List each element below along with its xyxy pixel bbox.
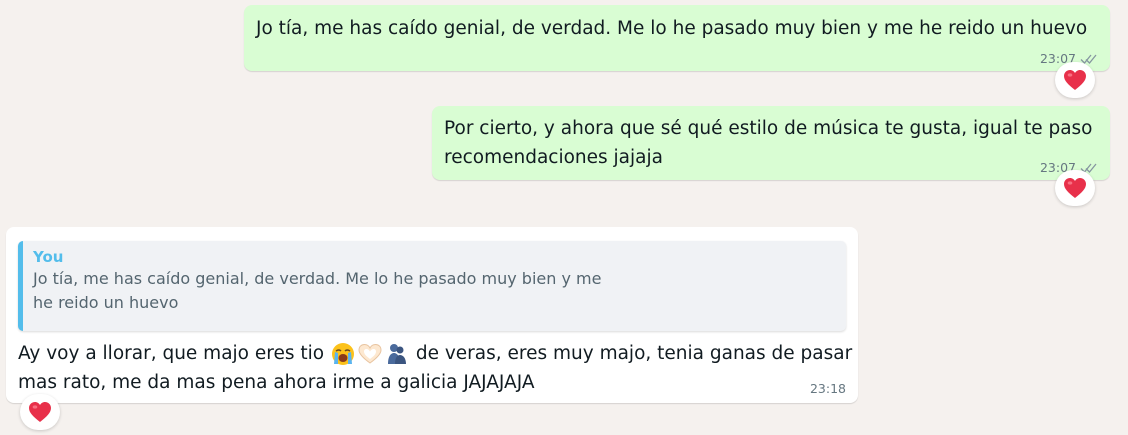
quoted-message[interactable]: You Jo tía, me has caído genial, de verd… (18, 241, 846, 331)
message-bubble-outgoing[interactable]: Por cierto, y ahora que sé qué estilo de… (432, 106, 1110, 180)
message-text-part: de veras, eres muy majo, tenia ganas de … (409, 343, 853, 364)
message-meta: 23:18 (810, 381, 846, 396)
message-time: 23:18 (809, 381, 846, 396)
message-text-line: recomendaciones jajaja (444, 147, 663, 168)
chat-conversation: Jo tía, me has caído genial, de verdad. … (0, 0, 1128, 435)
hugging-people-emoji (387, 344, 406, 364)
message-text-line: mas rato, me da mas pena ahora irme a ga… (18, 372, 535, 393)
reaction-heart[interactable] (1055, 170, 1095, 206)
heart-icon (1064, 70, 1086, 90)
message-text: Jo tía, me has caído genial, de verdad. … (256, 18, 1088, 39)
heart-icon (1064, 178, 1086, 198)
reaction-heart[interactable] (20, 394, 60, 430)
message-text-line: Ay voy a llorar, que majo eres tio de ve… (18, 339, 852, 369)
quote-text-line: Jo tía, me has caído genial, de verdad. … (33, 269, 602, 288)
reaction-heart[interactable] (1055, 62, 1095, 98)
message-bubble-outgoing[interactable]: Jo tía, me has caído genial, de verdad. … (244, 5, 1110, 71)
crying-face-emoji (331, 343, 354, 365)
message-bubble-incoming[interactable]: You Jo tía, me has caído genial, de verd… (6, 227, 858, 403)
message-text-line: Por cierto, y ahora que sé qué estilo de… (444, 118, 1093, 139)
quote-author: You (33, 248, 64, 266)
quote-text-line: he reido un huevo (33, 293, 179, 312)
heart-hands-emoji (358, 343, 382, 364)
message-text-part: Ay voy a llorar, que majo eres tio (18, 343, 330, 364)
heart-icon (29, 402, 51, 422)
